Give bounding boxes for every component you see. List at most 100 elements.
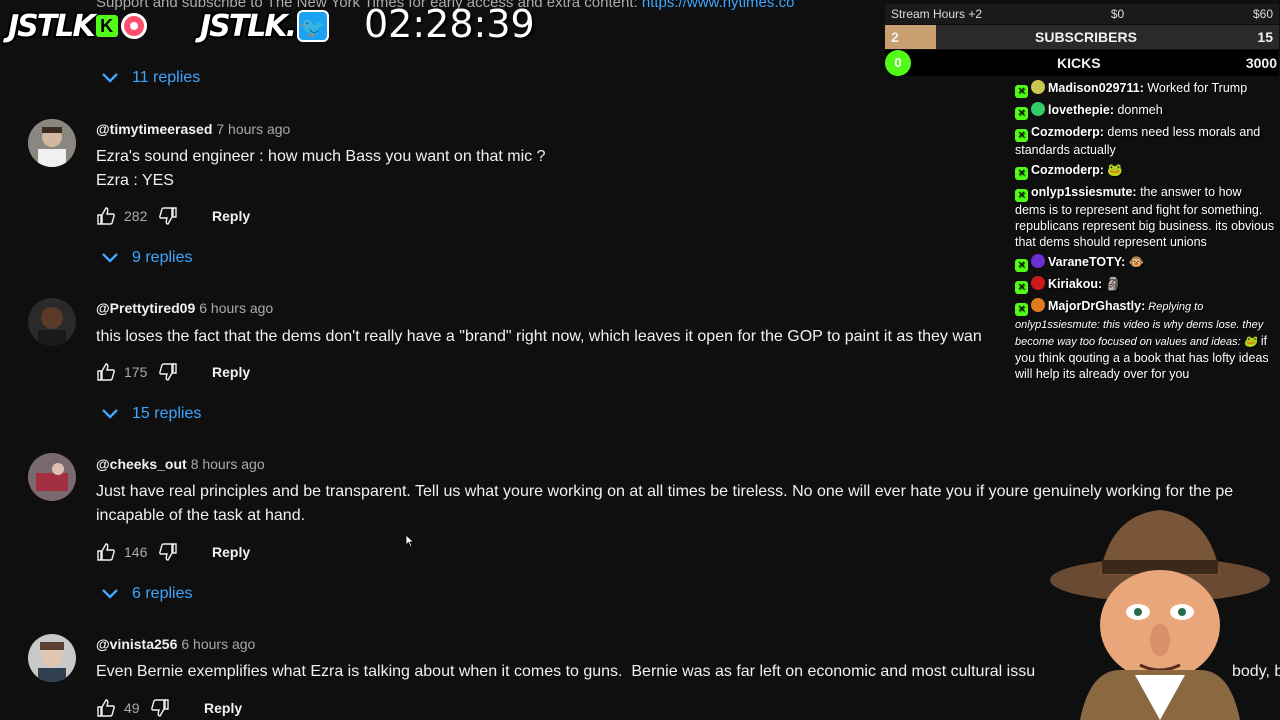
- user-badge-icon: [1031, 276, 1045, 290]
- goal-total: $60: [1252, 7, 1273, 21]
- moderator-badge-icon: ✕: [1015, 189, 1028, 202]
- dislike-icon[interactable]: [158, 542, 178, 562]
- kick-badge: K: [95, 15, 118, 37]
- chat-username: Kiriakou:: [1048, 277, 1103, 291]
- logo-text-2: JSTLK.: [200, 8, 297, 44]
- subscribers-count: 2: [891, 29, 899, 45]
- chevron-down-icon: [102, 409, 118, 419]
- description-link[interactable]: https://www.nytimes.co: [642, 0, 795, 11]
- author-handle[interactable]: @timytimeerased: [96, 121, 212, 137]
- dislike-icon[interactable]: [150, 698, 170, 718]
- stream-goals: Stream Hours +2 $0 $60 2 SUBSCRIBERS 15 …: [885, 4, 1279, 76]
- avatar-image: [28, 119, 76, 167]
- reply-button[interactable]: Reply: [212, 364, 250, 380]
- comment-author[interactable]: @cheeks_out 8 hours ago: [96, 456, 265, 472]
- reply-button[interactable]: Reply: [212, 208, 250, 224]
- avatar-image: [28, 453, 76, 501]
- chat-message: ✕ MajorDrGhastly: Replying to onlyp1ssies…: [1015, 298, 1275, 382]
- reply-button[interactable]: Reply: [212, 544, 250, 560]
- comment-text: Ezra's sound engineer : how much Bass yo…: [96, 148, 546, 189]
- comment-author[interactable]: @vinista256 6 hours ago: [96, 636, 255, 652]
- detective-mascot: [1050, 510, 1270, 720]
- chat-username: lovethepie:: [1048, 103, 1114, 117]
- user-badge-icon: [1031, 254, 1045, 268]
- like-icon[interactable]: [96, 542, 116, 562]
- goal-current: $0: [1110, 7, 1125, 21]
- chevron-down-icon: [102, 589, 118, 599]
- moderator-badge-icon: ✕: [1015, 303, 1028, 316]
- like-icon[interactable]: [96, 362, 116, 382]
- moderator-badge-icon: ✕: [1015, 167, 1028, 180]
- chat-text: 🐵: [1125, 255, 1145, 269]
- comment-time[interactable]: 6 hours ago: [199, 300, 273, 316]
- chat-username: Cozmoderp:: [1031, 163, 1104, 177]
- author-handle[interactable]: @cheeks_out: [96, 456, 187, 472]
- reply-button[interactable]: Reply: [204, 700, 242, 716]
- replies-count: 9 replies: [132, 249, 193, 266]
- chat-text: 🐸: [1103, 163, 1123, 177]
- avatar-image: [28, 634, 76, 682]
- comment-text: Even Bernie exemplifies what Ezra is tal…: [96, 663, 1036, 680]
- avatar[interactable]: [28, 634, 76, 682]
- subscribers-label: SUBSCRIBERS: [1035, 29, 1137, 45]
- mouse-cursor-icon: [405, 534, 415, 548]
- user-badge-icon: [1031, 80, 1045, 94]
- chat-text: Worked for Trump: [1143, 81, 1248, 95]
- like-count: 146: [124, 544, 148, 560]
- twitter-logo: JSTLK. 🐦: [200, 6, 329, 46]
- author-handle[interactable]: @vinista256: [96, 636, 177, 652]
- moderator-badge-icon: ✕: [1015, 107, 1028, 120]
- chat-message: ✕ Kiriakou: 🗿: [1015, 276, 1275, 294]
- avatar[interactable]: [28, 298, 76, 346]
- chat-message: ✕ Madison029711: Worked for Trump: [1015, 80, 1275, 98]
- replies-toggle[interactable]: 6 replies: [100, 584, 192, 604]
- logo-text: JSTLK: [8, 8, 96, 44]
- comment-time[interactable]: 6 hours ago: [181, 636, 255, 652]
- comment-author[interactable]: @Prettytired09 6 hours ago: [96, 300, 273, 316]
- comment-actions: 146 Reply: [96, 542, 250, 562]
- comment-actions: 49 Reply: [96, 698, 242, 718]
- chat-message: ✕ onlyp1ssiesmute: the answer to how dems…: [1015, 184, 1275, 250]
- comment-time[interactable]: 8 hours ago: [191, 456, 265, 472]
- chat-message: ✕ VaraneTOTY: 🐵: [1015, 254, 1275, 272]
- record-icon: [120, 13, 147, 39]
- kicks-goal: 3000: [1245, 55, 1277, 71]
- kicks-label: KICKS: [1057, 55, 1101, 71]
- like-count: 282: [124, 208, 148, 224]
- comment-text: this loses the fact that the dems don't …: [96, 328, 982, 345]
- kicks-count: 0: [885, 50, 911, 76]
- avatar[interactable]: [28, 119, 76, 167]
- comment-time[interactable]: 7 hours ago: [216, 121, 290, 137]
- replies-toggle[interactable]: 9 replies: [100, 248, 192, 268]
- moderator-badge-icon: ✕: [1015, 85, 1028, 98]
- dislike-icon[interactable]: [158, 206, 178, 226]
- chat-text: 🗿: [1102, 277, 1122, 291]
- chat-message: ✕ Cozmoderp: dems need less morals and st…: [1015, 124, 1275, 158]
- like-count: 49: [124, 700, 140, 716]
- avatar[interactable]: [28, 453, 76, 501]
- dislike-icon[interactable]: [158, 362, 178, 382]
- like-icon[interactable]: [96, 206, 116, 226]
- chevron-down-icon: [102, 253, 118, 263]
- comment-actions: 282 Reply: [96, 206, 250, 226]
- replies-toggle[interactable]: 15 replies: [100, 404, 201, 424]
- stream-timer: 02:28:39: [364, 2, 535, 46]
- author-handle[interactable]: @Prettytired09: [96, 300, 195, 316]
- chat-username: MajorDrGhastly:: [1048, 299, 1146, 313]
- comment-author[interactable]: @timytimeerased 7 hours ago: [96, 121, 290, 137]
- user-badge-icon: [1031, 102, 1045, 116]
- comment-actions: 175 Reply: [96, 362, 250, 382]
- kick-logo: JSTLK K: [8, 6, 147, 46]
- chat-username: VaraneTOTY:: [1048, 255, 1126, 269]
- stream-hours-label: Stream Hours +2: [891, 7, 983, 21]
- replies-toggle[interactable]: 11 replies: [100, 68, 200, 88]
- stream-chat: ✕ Madison029711: Worked for Trump ✕ lovethe…: [1015, 80, 1275, 386]
- chat-username: Madison029711:: [1048, 81, 1144, 95]
- chevron-down-icon: [102, 73, 118, 83]
- chat-username: Cozmoderp:: [1031, 125, 1104, 139]
- replies-count: 6 replies: [132, 585, 193, 602]
- like-icon[interactable]: [96, 698, 116, 718]
- stream-hours-bar: Stream Hours +2 $0 $60: [885, 4, 1279, 24]
- avatar-image: [28, 298, 76, 346]
- twitter-bird-icon: 🐦: [297, 10, 329, 42]
